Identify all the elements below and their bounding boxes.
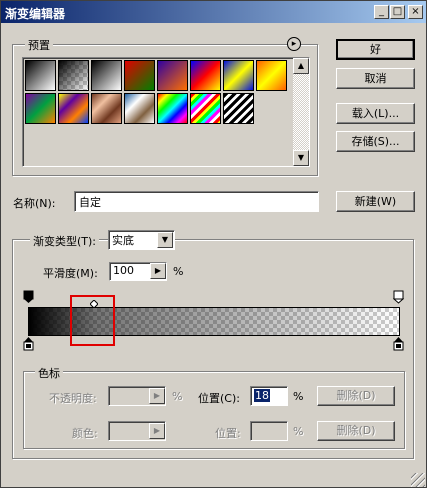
- color-arrow-icon[interactable]: ▶: [149, 423, 165, 439]
- color-location-label: 位置:: [215, 427, 241, 440]
- smoothness-label: 平滑度(M):: [43, 267, 98, 280]
- smoothness-value: 100: [113, 264, 134, 277]
- presets-list: ▲ ▼: [22, 57, 310, 167]
- stops-label: 色标: [35, 365, 63, 381]
- minimize-button[interactable]: _: [374, 5, 389, 19]
- title-bar[interactable]: 渐变编辑器 _ □ ×: [1, 1, 426, 23]
- preset-swatch-copper[interactable]: [91, 93, 122, 124]
- load-button[interactable]: 载入(L)...: [336, 103, 415, 124]
- preset-swatch-blue-red-yellow[interactable]: [190, 60, 221, 91]
- window-title: 渐变编辑器: [5, 7, 66, 21]
- color-stop-start[interactable]: [23, 337, 34, 351]
- color-label: 颜色:: [72, 427, 98, 440]
- color-location-unit: %: [293, 425, 304, 438]
- save-button[interactable]: 存储(S)...: [336, 131, 415, 152]
- preset-swatch-blue-yellow-blue[interactable]: [223, 60, 254, 91]
- gradient-type-select[interactable]: 实底 ▼: [108, 230, 175, 250]
- chevron-down-icon[interactable]: ▼: [157, 232, 173, 248]
- location-unit: %: [293, 390, 304, 403]
- close-button[interactable]: ×: [408, 5, 423, 19]
- preset-swatch-foreground-to-background[interactable]: [25, 60, 56, 91]
- opacity-label: 不透明度:: [49, 392, 97, 405]
- cancel-button[interactable]: 取消: [336, 68, 415, 89]
- preset-swatch-violet-green-orange[interactable]: [25, 93, 56, 124]
- opacity-unit: %: [172, 390, 183, 403]
- scroll-down-icon[interactable]: ▼: [293, 150, 309, 166]
- preset-swatch-yellow-violet-orange-blue[interactable]: [58, 93, 89, 124]
- color-location-field[interactable]: [250, 421, 288, 441]
- location-value: 18: [254, 389, 270, 402]
- presets-menu-icon[interactable]: ▸: [287, 37, 301, 51]
- opacity-arrow-icon[interactable]: ▶: [149, 388, 165, 404]
- smoothness-arrow-icon[interactable]: ▶: [150, 263, 166, 279]
- smoothness-unit: %: [173, 265, 184, 278]
- ok-button[interactable]: 好: [336, 39, 415, 60]
- preset-swatch-black-white[interactable]: [91, 60, 122, 91]
- preset-swatch-chrome[interactable]: [124, 93, 155, 124]
- gradient-editor-window: 渐变编辑器 _ □ × 预置 ▸ ▲ ▼ 好 取消 载入(L)... 存储(S)…: [0, 0, 427, 488]
- gradient-type-value: 实底: [112, 234, 134, 247]
- maximize-button[interactable]: □: [390, 5, 405, 19]
- resize-grip-icon[interactable]: [411, 473, 425, 487]
- delete-opacity-button[interactable]: 删除(D): [317, 386, 395, 406]
- gradient-type-label: 渐变类型(T):: [30, 233, 100, 249]
- scroll-up-icon[interactable]: ▲: [293, 58, 309, 74]
- color-stop-end[interactable]: [393, 337, 404, 351]
- preset-swatch-transparent-rainbow[interactable]: [190, 93, 221, 124]
- location-label: 位置(C):: [198, 392, 240, 405]
- highlight-box: [70, 295, 115, 346]
- name-label: 名称(N):: [13, 197, 56, 210]
- location-field[interactable]: 18: [250, 386, 288, 406]
- preset-swatch-foreground-to-transparent[interactable]: [58, 60, 89, 91]
- color-field[interactable]: ▶: [108, 421, 166, 441]
- preset-swatch-transparent-stripes[interactable]: [223, 93, 254, 124]
- opacity-field[interactable]: ▶: [108, 386, 166, 406]
- name-field[interactable]: 自定: [74, 191, 319, 212]
- preset-swatch-orange-yellow-orange[interactable]: [256, 60, 287, 91]
- new-button[interactable]: 新建(W): [336, 191, 415, 212]
- opacity-stop-end[interactable]: [392, 290, 405, 304]
- presets-label: 预置: [25, 37, 53, 53]
- preset-swatch-red-green[interactable]: [124, 60, 155, 91]
- smoothness-field[interactable]: 100 ▶: [109, 262, 167, 281]
- delete-color-button[interactable]: 删除(D): [317, 421, 395, 441]
- opacity-stop-start[interactable]: [23, 290, 34, 304]
- preset-swatch-spectrum[interactable]: [157, 93, 188, 124]
- presets-scrollbar[interactable]: ▲ ▼: [293, 58, 309, 166]
- preset-swatch-violet-orange[interactable]: [157, 60, 188, 91]
